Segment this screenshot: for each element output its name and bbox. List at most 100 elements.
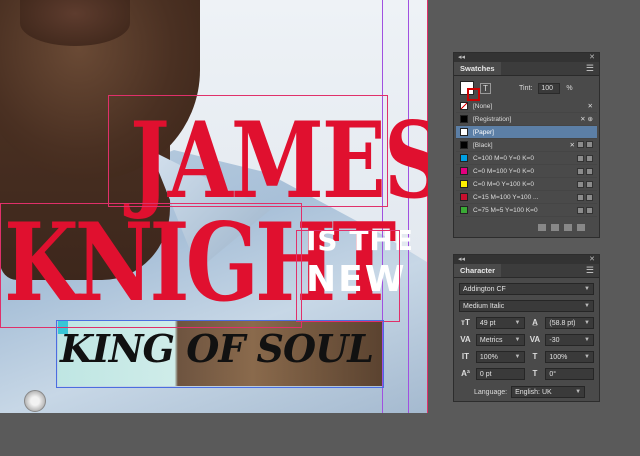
subhead-is-the[interactable]: IS THE [306, 227, 414, 255]
none-swatch-icon [460, 102, 468, 110]
chevron-down-icon: ▼ [584, 285, 590, 292]
skew-value: 0° [549, 370, 557, 378]
swatch-row[interactable]: [Registration] ✕ ⊕ [456, 113, 597, 126]
swatch-name: C=100 M=0 Y=0 K=0 [473, 154, 534, 162]
close-icon[interactable]: ✕ [589, 255, 595, 264]
font-family-dropdown[interactable]: Addington CF ▼ [459, 282, 594, 295]
character-panel: ◂◂ ✕ Character ☰ Addington CF ▼ Medium It… [453, 254, 600, 402]
swatch-row[interactable]: C=100 M=0 Y=0 K=0 [456, 152, 597, 165]
tab-character[interactable]: Character [454, 264, 502, 277]
swatch-list: [None] ✕ [Registration] ✕ ⊕ [Paper] [Black]… [456, 100, 597, 217]
registration-mark-icon: ⊕ [587, 116, 593, 123]
swatch-name: C=75 M=5 Y=100 K=0 [473, 206, 538, 214]
tracking-value: -30 [549, 336, 560, 344]
cmyk-icon [586, 167, 593, 175]
baseline-shift-field[interactable]: 0 pt [475, 367, 525, 380]
language-dropdown[interactable]: English: UK ▼ [511, 386, 586, 398]
horizontal-scale-value: 100% [549, 353, 568, 361]
swatch-row[interactable]: C=0 M=100 Y=0 K=0 [456, 165, 597, 178]
swatch-name: [Registration] [473, 115, 512, 123]
font-size-field[interactable]: 49 pt ▼ [475, 316, 525, 329]
horizontal-scale-icon: T [532, 352, 538, 361]
red-swatch-icon [460, 193, 468, 201]
chevron-down-icon: ▼ [584, 319, 590, 326]
language-label: Language: [474, 388, 508, 396]
chevron-down-icon: ▼ [514, 336, 521, 343]
panel-menu-icon[interactable]: ☰ [581, 62, 599, 75]
swatch-row[interactable]: C=15 M=100 Y=100 ... [456, 191, 597, 204]
font-style-value: Medium Italic [463, 302, 505, 310]
tint-label: Tint: [519, 84, 533, 92]
subhead-new[interactable]: NEW [306, 262, 406, 298]
show-kinds-icon[interactable] [538, 223, 546, 231]
new-color-group-icon[interactable] [551, 223, 559, 231]
tab-swatches[interactable]: Swatches [454, 62, 501, 75]
swatches-panel-header[interactable]: ◂◂ ✕ [454, 53, 599, 62]
headline-james[interactable]: JAMES [130, 107, 428, 213]
skew-field[interactable]: 0° [545, 367, 594, 380]
swatch-row-selected[interactable]: [Paper] [456, 126, 597, 139]
fill-stroke-icon[interactable] [460, 81, 480, 101]
close-icon[interactable]: ✕ [589, 53, 595, 62]
green-swatch-icon [460, 206, 468, 214]
process-icon [577, 141, 584, 148]
cyan-swatch-icon [460, 154, 468, 162]
cmyk-icon [586, 154, 593, 162]
leading-icon: A̲ [532, 318, 538, 327]
no-edit-icon: ✕ [569, 142, 575, 149]
photo-lips [20, 0, 130, 46]
new-swatch-icon[interactable] [564, 223, 572, 231]
chevron-down-icon: ▼ [584, 302, 590, 309]
document-page[interactable]: JAMES KNIGHT IS THE NEW KING OF SOUL [0, 0, 428, 413]
black-swatch-icon [460, 141, 468, 149]
swatch-name: [None] [473, 102, 493, 110]
kerning-value: Metrics [479, 336, 503, 344]
text-format-icon[interactable]: T [480, 82, 491, 94]
chevron-down-icon: ▼ [514, 353, 521, 360]
cmyk-icon [586, 206, 593, 214]
no-edit-icon: ✕ [587, 103, 593, 110]
tracking-field[interactable]: -30 ▼ [545, 333, 594, 346]
cmyk-icon [586, 193, 593, 201]
baseline-shift-value: 0 pt [479, 370, 492, 378]
swatch-name: [Paper] [473, 128, 494, 136]
process-icon [577, 180, 584, 188]
leading-value: (58.8 pt) [549, 319, 576, 327]
font-style-dropdown[interactable]: Medium Italic ▼ [459, 299, 594, 312]
yellow-swatch-icon [460, 180, 468, 188]
tint-input[interactable]: 100 [538, 82, 561, 94]
vertical-scale-field[interactable]: 100% ▼ [475, 350, 525, 363]
process-icon [577, 154, 584, 162]
process-icon [577, 206, 584, 214]
chevron-down-icon: ▼ [584, 353, 590, 360]
leading-field[interactable]: (58.8 pt) ▼ [545, 316, 594, 329]
horizontal-scale-field[interactable]: 100% ▼ [545, 350, 594, 363]
collapse-icon[interactable]: ◂◂ [458, 255, 465, 264]
character-panel-header[interactable]: ◂◂ ✕ [454, 255, 599, 264]
chevron-down-icon: ▼ [575, 389, 582, 395]
tint-unit: % [566, 84, 573, 92]
language-value: English: UK [515, 389, 552, 396]
swatch-row[interactable]: [Black] ✕ [456, 139, 597, 152]
swatch-row[interactable]: C=75 M=5 Y=100 K=0 [456, 204, 597, 217]
chevron-down-icon: ▼ [584, 336, 590, 343]
shirt-button [24, 390, 46, 412]
vertical-scale-icon: IT [461, 352, 469, 361]
font-size-value: 49 pt [479, 319, 496, 327]
registration-swatch-icon [460, 115, 468, 123]
process-icon [577, 193, 584, 201]
delete-swatch-icon[interactable] [577, 223, 585, 231]
swatch-row[interactable]: C=0 M=0 Y=100 K=0 [456, 178, 597, 191]
tagline-king-of-soul[interactable]: KING OF SOUL [60, 330, 374, 368]
panel-menu-icon[interactable]: ☰ [581, 264, 599, 277]
no-edit-icon: ✕ [580, 116, 586, 123]
baseline-shift-icon: Aª [461, 369, 470, 378]
kerning-field[interactable]: Metrics ▼ [475, 333, 525, 346]
process-icon [577, 167, 584, 175]
chevron-down-icon: ▼ [514, 319, 521, 326]
cmyk-icon [586, 180, 593, 188]
swatch-name: C=0 M=0 Y=100 K=0 [473, 180, 534, 188]
swatch-name: C=0 M=100 Y=0 K=0 [473, 167, 534, 175]
swatch-row[interactable]: [None] ✕ [456, 100, 597, 113]
collapse-icon[interactable]: ◂◂ [458, 53, 465, 62]
